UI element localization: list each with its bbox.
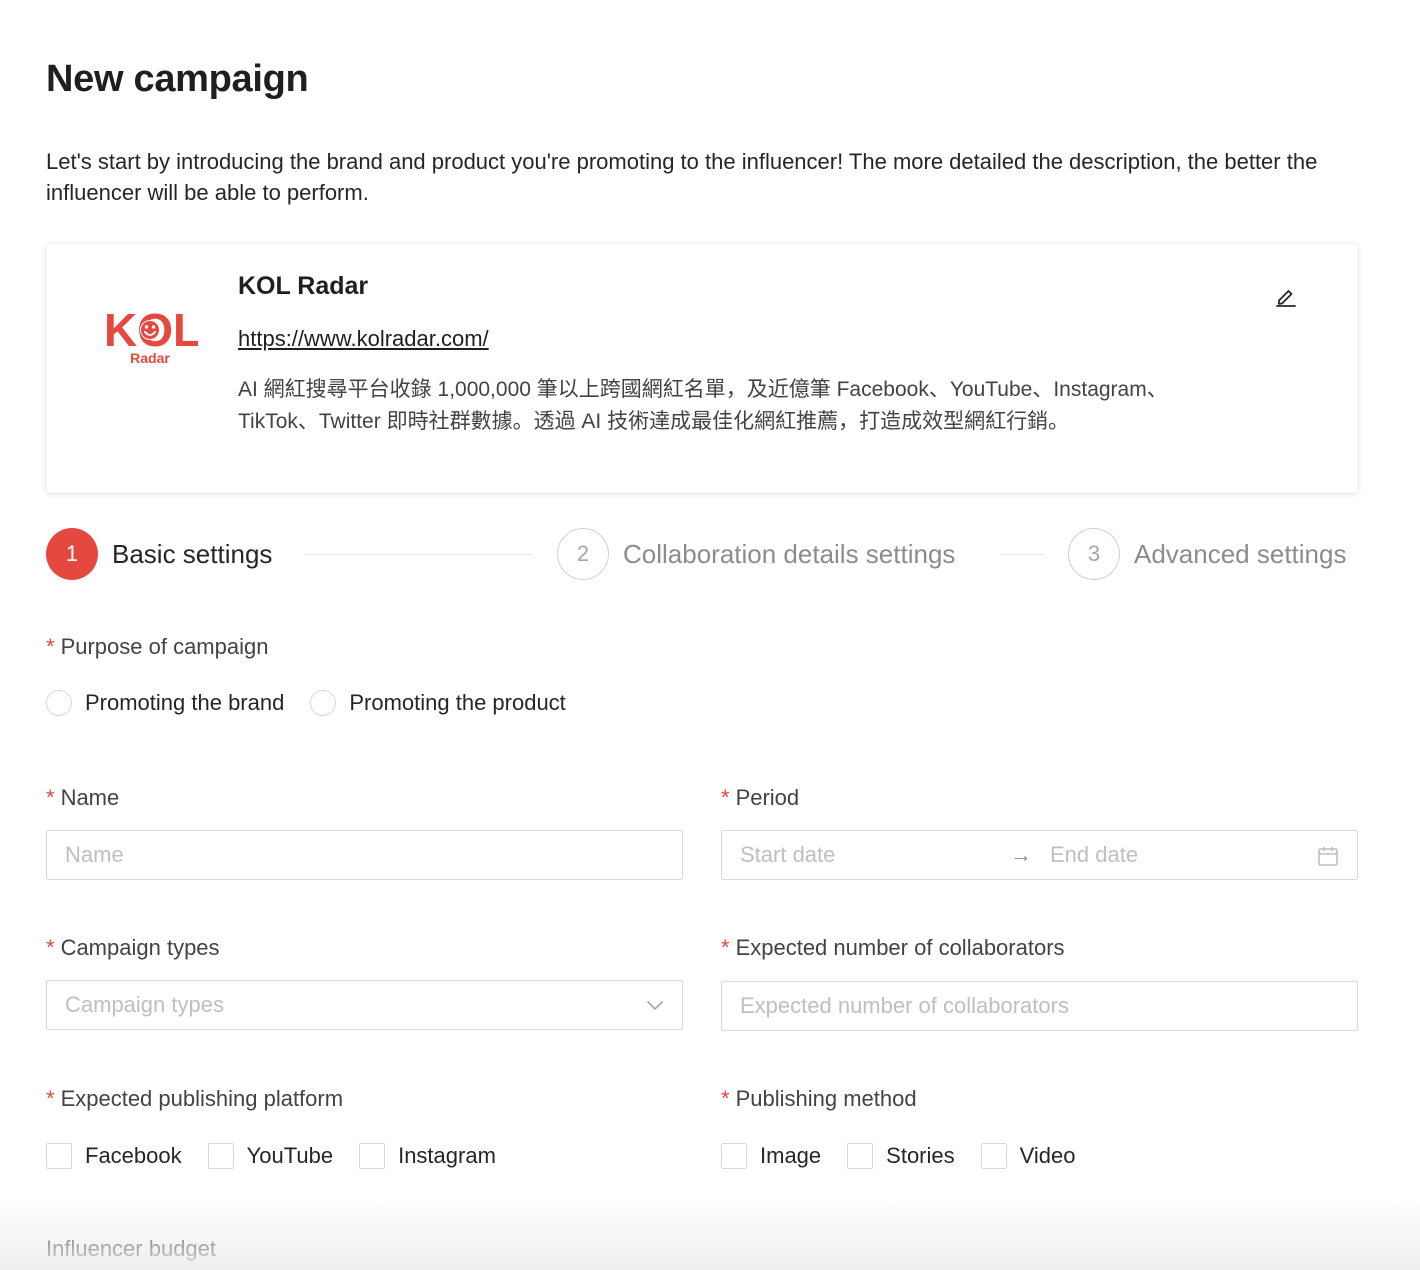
page-intro: Let's start by introducing the brand and… bbox=[46, 149, 1318, 205]
checkbox-youtube[interactable]: YouTube bbox=[207, 1143, 333, 1169]
checkbox-instagram[interactable]: Instagram bbox=[359, 1143, 496, 1169]
step-connector bbox=[306, 554, 532, 555]
select-placeholder: Campaign types bbox=[65, 992, 224, 1017]
step-collaboration-details[interactable]: 2 Collaboration details settings bbox=[557, 528, 955, 580]
publishing-method-label: * Publishing method bbox=[721, 1086, 917, 1111]
kol-radar-logo: KOL Radar bbox=[104, 304, 198, 366]
checkbox[interactable] bbox=[847, 1143, 874, 1169]
step-number: 2 bbox=[557, 528, 609, 580]
calendar-icon bbox=[1318, 847, 1338, 866]
edit-brand-button[interactable] bbox=[1274, 284, 1298, 308]
step-label: Basic settings bbox=[112, 538, 273, 569]
period-range-picker[interactable]: Start date → End date bbox=[721, 830, 1358, 880]
period-label: * Period bbox=[721, 785, 800, 810]
radio-button[interactable] bbox=[46, 690, 72, 716]
step-number: 3 bbox=[1068, 528, 1120, 580]
brand-description: AI 網紅搜尋平台收錄 1,000,000 筆以上跨國網紅名單，及近億筆 Fac… bbox=[238, 378, 1168, 433]
platform-checkbox-group: Facebook YouTube Instagram bbox=[46, 1143, 522, 1169]
step-label: Collaboration details settings bbox=[623, 538, 956, 569]
collaborators-input[interactable] bbox=[740, 993, 1357, 1019]
collaborators-label: * Expected number of collaborators bbox=[721, 935, 1065, 960]
radio-promoting-product[interactable]: Promoting the product bbox=[310, 690, 566, 716]
checkbox-stories[interactable]: Stories bbox=[847, 1143, 955, 1169]
checkbox-video[interactable]: Video bbox=[980, 1143, 1076, 1169]
end-date-input[interactable]: End date bbox=[1050, 842, 1310, 868]
arrow-right-icon: → bbox=[1010, 842, 1032, 867]
required-mark: * bbox=[46, 634, 55, 659]
purpose-radio-group: Promoting the brand Promoting the produc… bbox=[46, 690, 592, 716]
method-checkbox-group: Image Stories Video bbox=[721, 1143, 1102, 1169]
start-date-input[interactable]: Start date bbox=[740, 842, 1010, 868]
radio-promoting-brand[interactable]: Promoting the brand bbox=[46, 690, 284, 716]
checkbox[interactable] bbox=[207, 1143, 234, 1169]
campaign-types-label: * Campaign types bbox=[46, 935, 220, 960]
pencil-icon bbox=[1276, 290, 1296, 307]
campaign-types-select[interactable]: Campaign types bbox=[46, 980, 683, 1030]
radio-button[interactable] bbox=[310, 690, 337, 716]
checkbox[interactable] bbox=[721, 1143, 747, 1169]
checkbox[interactable] bbox=[359, 1143, 386, 1169]
purpose-label: * Purpose of campaign bbox=[46, 634, 269, 659]
page-title: New campaign bbox=[46, 58, 309, 100]
steps-progress: 1 Basic settings 2 Collaboration details… bbox=[46, 528, 1358, 582]
platform-label: * Expected publishing platform bbox=[46, 1086, 344, 1111]
svg-text:Radar: Radar bbox=[130, 350, 170, 366]
brand-card: KOL Radar KOL Radar https://www.kolradar… bbox=[46, 244, 1358, 493]
name-field[interactable] bbox=[46, 830, 683, 880]
brand-url-link[interactable]: https://www.kolradar.com/ bbox=[238, 326, 489, 352]
chevron-down-icon bbox=[647, 1001, 663, 1011]
influencer-budget-label: Influencer budget bbox=[46, 1236, 217, 1261]
step-basic-settings[interactable]: 1 Basic settings bbox=[46, 528, 272, 580]
step-number: 1 bbox=[46, 528, 98, 580]
step-connector bbox=[1000, 554, 1044, 555]
step-label: Advanced settings bbox=[1134, 538, 1347, 569]
checkbox[interactable] bbox=[980, 1143, 1007, 1169]
name-input[interactable] bbox=[65, 842, 682, 868]
brand-name: KOL Radar bbox=[238, 272, 369, 300]
checkbox-image[interactable]: Image bbox=[721, 1143, 821, 1169]
collaborators-field[interactable] bbox=[721, 981, 1358, 1031]
checkbox-facebook[interactable]: Facebook bbox=[46, 1143, 182, 1169]
checkbox[interactable] bbox=[46, 1143, 72, 1169]
step-advanced-settings[interactable]: 3 Advanced settings bbox=[1068, 528, 1346, 580]
name-label: * Name bbox=[46, 785, 120, 810]
